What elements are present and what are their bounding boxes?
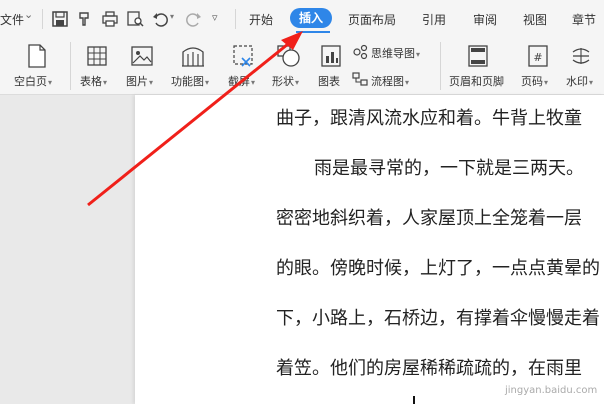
chart-icon[interactable] — [320, 44, 342, 68]
chevron-down-icon: ▾ — [589, 78, 594, 87]
chevron-down-icon[interactable]: ⌄ — [24, 8, 33, 21]
save-icon[interactable] — [50, 9, 70, 29]
tab-page-layout[interactable]: 页面布局 — [348, 11, 396, 28]
mindmap-label: 思维导图 — [371, 47, 415, 60]
paragraph-line: 下，小路上，石桥边，有撑着伞慢慢走着 — [276, 308, 600, 329]
divider — [235, 9, 236, 29]
paragraph-line: 曲子，跟清风流水应和着。牛背上牧童 — [276, 108, 582, 129]
chevron-down-icon: ▾ — [295, 78, 300, 87]
table-label: 表格 — [80, 75, 102, 88]
screenshot-icon[interactable] — [232, 44, 256, 68]
customize-toolbar-icon[interactable]: ▿ — [212, 11, 218, 24]
chevron-down-icon: ▾ — [416, 50, 421, 59]
divider — [70, 42, 71, 90]
active-tab-indicator — [296, 31, 330, 33]
text-cursor — [413, 396, 415, 404]
shape-button[interactable]: 形状▾ — [272, 73, 299, 89]
mindmap-button[interactable]: 思维导图▾ — [371, 45, 420, 61]
page-number-button[interactable]: 页码▾ — [521, 73, 548, 89]
paragraph-line: 着笠。他们的房屋稀稀疏疏的，在雨里 — [276, 358, 582, 379]
chevron-down-icon: ▾ — [103, 78, 108, 87]
paragraph-line: 密密地斜织着，人家屋顶上全笼着一层 — [276, 208, 582, 229]
paragraph-line: 雨是最寻常的，一下就是三两天。 — [314, 158, 584, 179]
menu-bar: 文件 ⌄ ▾ ▿ 开始 插入 页面布局 引用 审阅 视图 章节 — [0, 0, 604, 38]
divider — [42, 9, 43, 29]
tab-view[interactable]: 视图 — [523, 11, 547, 28]
screenshot-button[interactable]: 截屏▾ — [228, 73, 255, 89]
blank-page-button[interactable]: 空白页▾ — [14, 73, 52, 89]
svg-text:#: # — [533, 51, 542, 64]
tab-references[interactable]: 引用 — [422, 11, 446, 28]
blank-page-label: 空白页 — [14, 75, 47, 88]
function-chart-icon[interactable] — [180, 44, 206, 68]
chevron-down-icon: ▾ — [251, 78, 256, 87]
shape-icon[interactable] — [276, 44, 302, 68]
ribbon-insert: 空白页▾ 表格▾ 图片▾ 功能图▾ 截屏▾ 形状▾ 图表 思维导图▾ 流程图▾ … — [0, 38, 604, 95]
source-watermark: jingyan.baidu.com — [505, 385, 598, 396]
print-icon[interactable] — [100, 9, 120, 29]
table-icon[interactable] — [86, 45, 108, 67]
tab-insert[interactable]: 插入 — [290, 8, 333, 28]
watermark-icon[interactable] — [570, 44, 592, 68]
tab-review[interactable]: 审阅 — [473, 11, 497, 28]
table-button[interactable]: 表格▾ — [80, 73, 107, 89]
watermark-button[interactable]: 水印▾ — [566, 73, 593, 89]
tab-home[interactable]: 开始 — [249, 11, 273, 28]
shape-label: 形状 — [272, 75, 294, 88]
mindmap-icon[interactable] — [352, 44, 368, 60]
chevron-down-icon: ▾ — [149, 78, 154, 87]
function-chart-button[interactable]: 功能图▾ — [171, 73, 209, 89]
chevron-down-icon: ▾ — [205, 78, 210, 87]
tab-section[interactable]: 章节 — [572, 11, 596, 28]
chevron-down-icon: ▾ — [405, 78, 410, 87]
flowchart-label: 流程图 — [371, 75, 404, 88]
print-preview-icon[interactable] — [125, 9, 145, 29]
paragraph-line: 的眼。傍晚时候，上灯了，一点点黄晕的 — [276, 258, 600, 279]
function-chart-label: 功能图 — [171, 75, 204, 88]
flowchart-button[interactable]: 流程图▾ — [371, 73, 409, 89]
picture-label: 图片 — [126, 75, 148, 88]
chart-label[interactable]: 图表 — [318, 73, 340, 89]
undo-dropdown-icon[interactable]: ▾ — [170, 12, 174, 21]
blank-page-icon[interactable] — [26, 44, 48, 68]
redo-icon[interactable] — [184, 9, 204, 29]
undo-icon[interactable] — [150, 9, 170, 29]
flowchart-icon[interactable] — [352, 71, 368, 87]
picture-icon[interactable] — [130, 45, 154, 67]
page-number-label: 页码 — [521, 75, 543, 88]
document-page[interactable]: 曲子，跟清风流水应和着。牛背上牧童 雨是最寻常的，一下就是三两天。 密密地斜织着… — [135, 95, 604, 404]
format-painter-icon[interactable] — [75, 9, 95, 29]
chevron-down-icon: ▾ — [48, 78, 53, 87]
header-footer-label[interactable]: 页眉和页脚 — [449, 73, 504, 89]
page-number-icon[interactable]: # — [527, 44, 549, 68]
header-footer-icon[interactable] — [467, 44, 489, 68]
watermark-label: 水印 — [566, 75, 588, 88]
chevron-down-icon: ▾ — [544, 78, 549, 87]
picture-button[interactable]: 图片▾ — [126, 73, 153, 89]
file-menu[interactable]: 文件 — [0, 11, 24, 28]
divider — [440, 42, 441, 90]
screenshot-label: 截屏 — [228, 75, 250, 88]
